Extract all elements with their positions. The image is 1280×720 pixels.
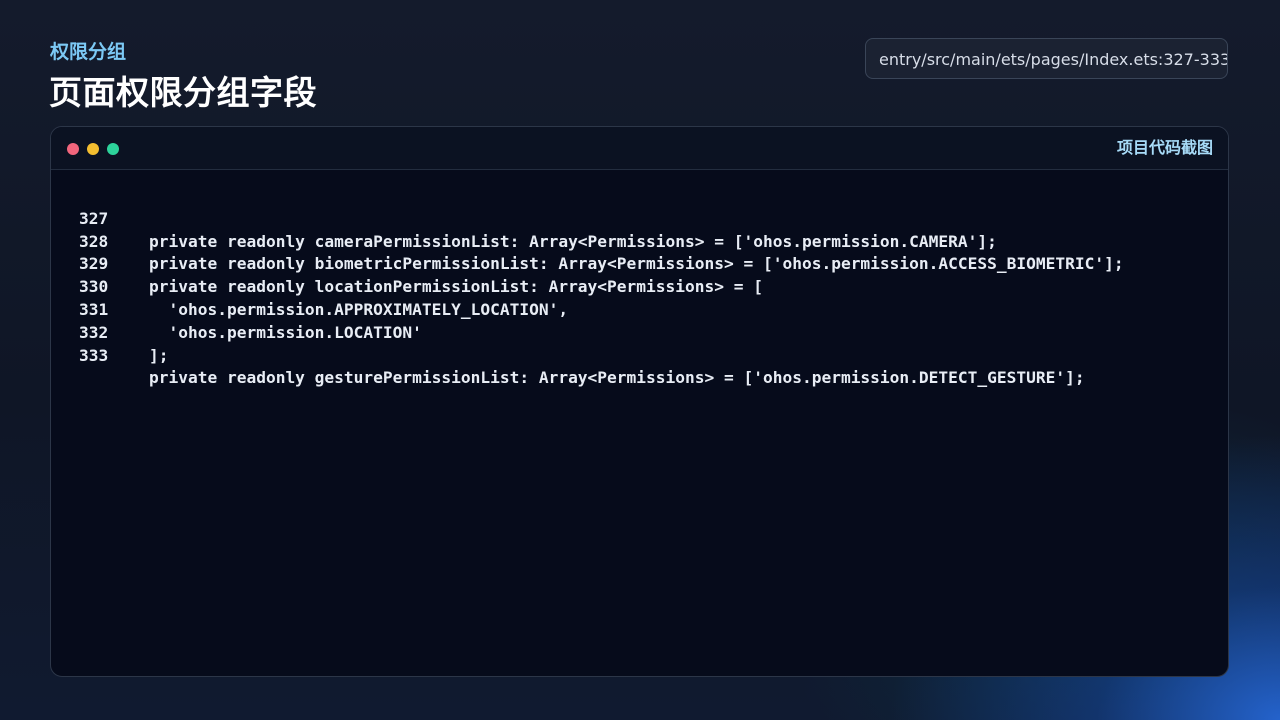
code-line: 330 'ohos.permission.APPROXIMATELY_LOCAT… [51,253,1228,319]
file-path-chip: entry/src/main/ets/pages/Index.ets:327-3… [865,38,1228,79]
code-line: 329 private readonly locationPermissionL… [51,231,1228,296]
code-line: 328 private readonly biometricPermission… [51,208,1228,274]
maximize-dot-icon [107,143,119,155]
close-dot-icon [67,143,79,155]
code-line: 332 ]; [51,299,1228,365]
window-label: 项目代码截图 [1116,138,1213,157]
window-titlebar: 项目代码截图 [51,127,1228,170]
line-code: private readonly gesturePermissionList: … [149,368,1085,388]
code-line: 333 private readonly gesturePermissionLi… [51,322,1228,388]
line-code: ]; [149,345,169,365]
page-title: 页面权限分组字段 [49,73,317,112]
code-line: 327 private readonly cameraPermissionLis… [51,185,1228,251]
code-area: 327 private readonly cameraPermissionLis… [51,185,1228,388]
code-window: 项目代码截图 327 private readonly cameraPermis… [50,126,1229,677]
eyebrow-label: 权限分组 [50,41,127,63]
code-line: 331 'ohos.permission.LOCATION' [51,276,1228,342]
line-number: 333 [79,345,109,365]
minimize-dot-icon [87,143,99,155]
